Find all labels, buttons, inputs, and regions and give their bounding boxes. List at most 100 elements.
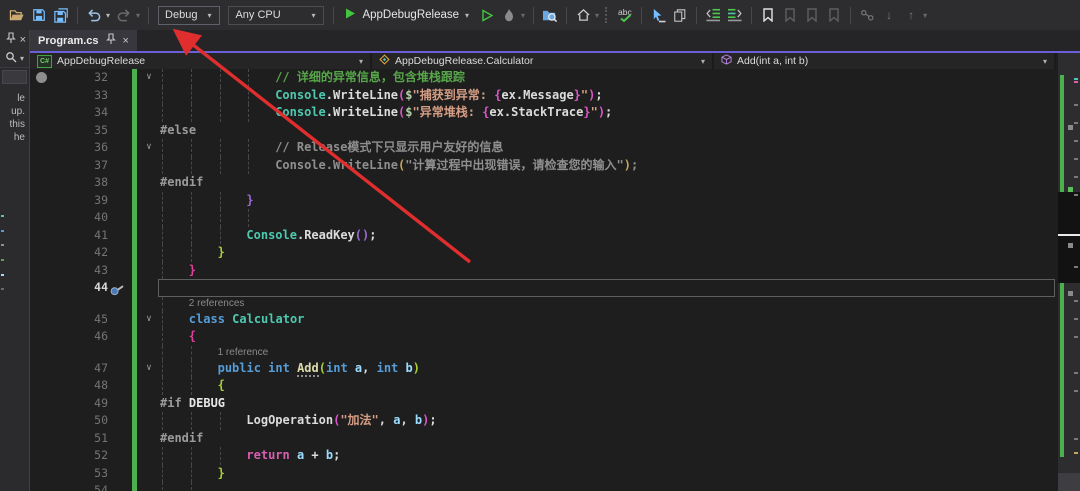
- start-debugging-button[interactable]: AppDebugRelease ▾: [340, 4, 475, 26]
- code-line[interactable]: 53}: [30, 465, 1058, 483]
- navigate-down-icon[interactable]: ↓: [879, 4, 899, 26]
- code-line[interactable]: 50LogOperation("加法", a, b);: [30, 412, 1058, 430]
- code-line[interactable]: 40: [30, 209, 1058, 227]
- code-line[interactable]: 33Console.WriteLine($"捕获到异常: {ex.Message…: [30, 87, 1058, 105]
- code-line[interactable]: 54: [30, 482, 1058, 491]
- toggle-bookmark-icon[interactable]: [758, 4, 778, 26]
- save-all-icon[interactable]: [51, 4, 71, 26]
- pin-icon[interactable]: [6, 31, 16, 49]
- code-line[interactable]: 52return a + b;: [30, 447, 1058, 465]
- chevron-down-icon[interactable]: ▾: [595, 11, 599, 20]
- code-line[interactable]: 41Console.ReadKey();: [30, 227, 1058, 245]
- code-line[interactable]: 48{: [30, 377, 1058, 395]
- search-input[interactable]: [2, 70, 27, 84]
- hot-reload-dropdown-icon[interactable]: ▾: [521, 11, 525, 20]
- line-number[interactable]: 41: [56, 227, 108, 245]
- next-bookmark-icon[interactable]: [802, 4, 822, 26]
- code-line[interactable]: 43}: [30, 262, 1058, 280]
- tab-program-cs[interactable]: Program.cs ×: [30, 30, 137, 51]
- clear-bookmarks-icon[interactable]: [824, 4, 844, 26]
- open-file-icon[interactable]: [7, 4, 27, 26]
- code-token: ): [598, 105, 605, 119]
- solution-platform-combo[interactable]: Any CPU ▾: [228, 6, 324, 25]
- line-number[interactable]: 50: [56, 412, 108, 430]
- close-icon[interactable]: ×: [20, 35, 26, 45]
- line-number[interactable]: 47: [56, 360, 108, 378]
- code-editor[interactable]: 32∨// 详细的异常信息，包含堆栈跟踪33Console.WriteLine(…: [30, 69, 1058, 491]
- toolbar-overflow-icon[interactable]: ▾: [923, 11, 927, 20]
- code-line[interactable]: 36∨// Release模式下只显示用户友好的信息: [30, 139, 1058, 157]
- sync-namespaces-icon[interactable]: [573, 4, 593, 26]
- fold-collapse-icon[interactable]: ∨: [141, 139, 157, 157]
- vertical-scrollbar[interactable]: [1058, 53, 1080, 491]
- fold-collapse-icon[interactable]: ∨: [141, 311, 157, 329]
- line-number[interactable]: 48: [56, 377, 108, 395]
- spell-check-icon[interactable]: abc: [615, 4, 635, 26]
- line-number[interactable]: 44: [56, 279, 108, 297]
- fold-collapse-icon[interactable]: ∨: [141, 360, 157, 378]
- line-number[interactable]: 51: [56, 430, 108, 448]
- line-number[interactable]: 35: [56, 122, 108, 140]
- undo-dropdown-icon[interactable]: ▾: [106, 11, 110, 20]
- line-number[interactable]: 52: [56, 447, 108, 465]
- line-number[interactable]: 37: [56, 157, 108, 175]
- line-number[interactable]: 46: [56, 328, 108, 346]
- line-number[interactable]: 54: [56, 482, 108, 491]
- code-line[interactable]: 42}: [30, 244, 1058, 262]
- code-line[interactable]: 46{: [30, 328, 1058, 346]
- codelens-references[interactable]: 2 references: [189, 297, 245, 311]
- line-number[interactable]: 43: [56, 262, 108, 280]
- project-dropdown[interactable]: C# AppDebugRelease ▾: [30, 53, 372, 69]
- view-call-hierarchy-icon[interactable]: [857, 4, 877, 26]
- line-number[interactable]: 40: [56, 209, 108, 227]
- codelens-row[interactable]: 2 references: [30, 297, 1058, 311]
- gutter-circle-indicator[interactable]: [36, 72, 47, 83]
- code-text: #else: [160, 122, 196, 140]
- code-line[interactable]: 38#endif: [30, 174, 1058, 192]
- code-line[interactable]: 35 #else: [30, 122, 1058, 140]
- code-line[interactable]: 49#if DEBUG: [30, 395, 1058, 413]
- line-number[interactable]: 36: [56, 139, 108, 157]
- hot-reload-icon[interactable]: [499, 4, 519, 26]
- save-icon[interactable]: [29, 4, 49, 26]
- close-tab-icon[interactable]: ×: [123, 36, 129, 46]
- line-number[interactable]: 38: [56, 174, 108, 192]
- redo-icon[interactable]: [114, 4, 134, 26]
- decrease-indent-icon[interactable]: [703, 4, 723, 26]
- navigate-up-icon[interactable]: ↑: [901, 4, 921, 26]
- code-line[interactable]: 51#endif: [30, 430, 1058, 448]
- previous-bookmark-icon[interactable]: [780, 4, 800, 26]
- code-line[interactable]: 39}: [30, 192, 1058, 210]
- scrollbar-thumb[interactable]: [1058, 192, 1080, 283]
- redo-dropdown-icon[interactable]: ▾: [136, 11, 140, 20]
- code-line[interactable]: 47∨public int Add(int a, int b): [30, 360, 1058, 378]
- line-number[interactable]: 42: [56, 244, 108, 262]
- tool-window-search[interactable]: ▾: [0, 50, 29, 68]
- increase-indent-icon[interactable]: [725, 4, 745, 26]
- pin-tab-icon[interactable]: [106, 33, 116, 48]
- go-to-line-icon[interactable]: [648, 4, 668, 26]
- line-number[interactable]: 39: [56, 192, 108, 210]
- line-number[interactable]: 32: [56, 69, 108, 87]
- line-number[interactable]: 45: [56, 311, 108, 329]
- line-number[interactable]: 49: [56, 395, 108, 413]
- type-dropdown[interactable]: AppDebugRelease.Calculator ▾: [372, 53, 714, 69]
- fold-collapse-icon[interactable]: ∨: [141, 69, 157, 87]
- line-number[interactable]: 34: [56, 104, 108, 122]
- duplicate-lines-icon[interactable]: [670, 4, 690, 26]
- code-line[interactable]: 45∨class Calculator: [30, 311, 1058, 329]
- undo-icon[interactable]: [84, 4, 104, 26]
- code-line[interactable]: 34Console.WriteLine($"异常堆栈: {ex.StackTra…: [30, 104, 1058, 122]
- truncated-text-line: le: [0, 92, 29, 105]
- solution-configuration-combo[interactable]: Debug ▾: [158, 6, 220, 25]
- code-line[interactable]: 37Console.WriteLine("计算过程中出现错误，请检查您的输入")…: [30, 157, 1058, 175]
- code-line[interactable]: 44: [30, 279, 1058, 297]
- codelens-row[interactable]: 1 reference: [30, 346, 1058, 360]
- line-number[interactable]: 53: [56, 465, 108, 483]
- member-dropdown[interactable]: Add(int a, int b) ▾: [714, 53, 1056, 69]
- line-number[interactable]: 33: [56, 87, 108, 105]
- find-in-files-icon[interactable]: [540, 4, 560, 26]
- codelens-references[interactable]: 1 reference: [218, 346, 269, 360]
- code-line[interactable]: 32∨// 详细的异常信息，包含堆栈跟踪: [30, 69, 1058, 87]
- start-without-debugging-icon[interactable]: [477, 4, 497, 26]
